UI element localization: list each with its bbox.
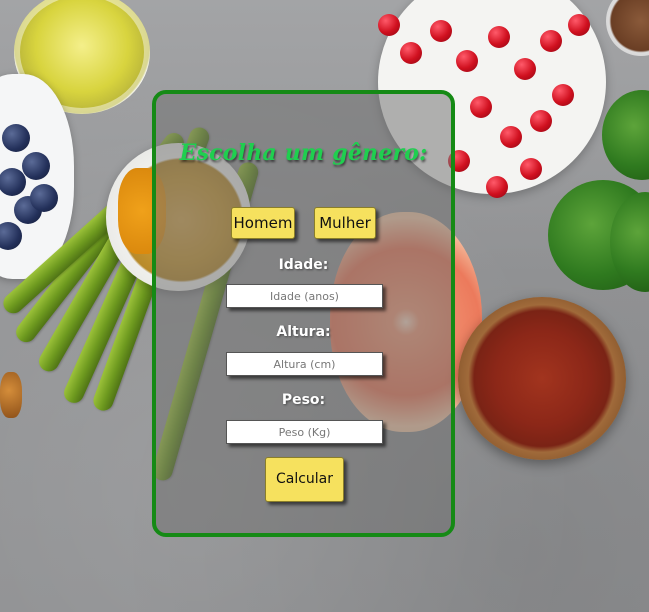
altura-label: Altura: (276, 324, 331, 340)
calculator-card: Escolha um gênero: Homem Mulher Idade: A… (152, 90, 455, 537)
calcular-button[interactable]: Calcular (265, 457, 344, 502)
grain-bowl-image (606, 0, 649, 56)
walnut-image (0, 372, 22, 418)
berry-image (470, 96, 492, 118)
berry-image (400, 42, 422, 64)
gender-button-homem[interactable]: Homem (231, 207, 295, 239)
blueberry-image (2, 124, 30, 152)
blueberry-image (22, 152, 50, 180)
berry-image (486, 176, 508, 198)
altura-input[interactable] (226, 352, 383, 376)
goji-berry-bowl-image (458, 297, 626, 460)
berry-image (568, 14, 590, 36)
berry-image (488, 26, 510, 48)
gender-selector: Homem Mulher (156, 207, 451, 241)
blueberry-image (30, 184, 58, 212)
gender-button-mulher[interactable]: Mulher (314, 207, 376, 239)
berry-image (500, 126, 522, 148)
berry-image (430, 20, 452, 42)
peso-label: Peso: (281, 392, 326, 408)
berry-image (378, 14, 400, 36)
berry-image (520, 158, 542, 180)
berry-image (530, 110, 552, 132)
berry-image (552, 84, 574, 106)
berry-image (540, 30, 562, 52)
berry-image (514, 58, 536, 80)
idade-label: Idade: (278, 257, 329, 273)
berry-image (456, 50, 478, 72)
broccoli-image (602, 90, 649, 180)
idade-input[interactable] (226, 284, 383, 308)
peso-input[interactable] (226, 420, 383, 444)
card-title: Escolha um gênero: (179, 140, 428, 166)
